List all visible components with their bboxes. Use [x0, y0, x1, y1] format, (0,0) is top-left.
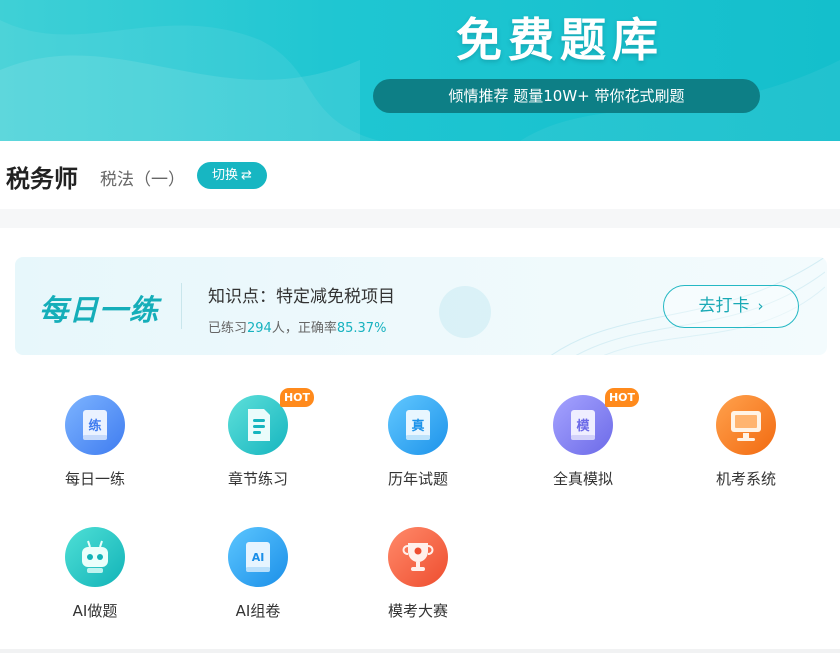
daily-stats: 已练习294人，正确率85.37%	[208, 317, 386, 336]
past-exam-glyph: 真	[411, 418, 424, 434]
daily-practice-card[interactable]: 每日一练 知识点：特定减免税项目 已练习294人，正确率85.37% 去打卡 ›	[15, 257, 827, 355]
computer-monitor-icon	[716, 395, 776, 455]
feature-mock-contest[interactable]: 模考大赛	[358, 527, 478, 637]
practice-count: 294	[247, 321, 272, 336]
checkin-button[interactable]: 去打卡 ›	[663, 285, 799, 328]
feature-daily-practice[interactable]: 练 每日一练	[35, 395, 155, 505]
robot-icon	[65, 527, 125, 587]
feature-computer-exam[interactable]: 机考系统	[686, 395, 806, 505]
feature-ai-practice[interactable]: AI做题	[35, 527, 155, 637]
hot-badge: HOT	[280, 388, 314, 407]
switch-label: 切换	[212, 168, 239, 183]
feature-label: 机考系统	[715, 470, 776, 488]
accuracy-rate: 85.37%	[336, 321, 387, 336]
subject-subtitle: 税法（一）	[100, 170, 185, 190]
feature-label: 每日一练	[64, 470, 125, 488]
feature-label: AI组卷	[235, 602, 281, 620]
practice-glyph: 练	[88, 418, 101, 434]
chevron-right-icon: ›	[757, 297, 764, 315]
subject-title: 税务师	[6, 165, 78, 193]
mock-exam-book-icon: 模	[553, 395, 613, 455]
past-exam-book-icon: 真	[388, 395, 448, 455]
hot-badge: HOT	[605, 388, 639, 407]
ai-paper-icon: AI	[228, 527, 288, 587]
feature-label: 章节练习	[227, 470, 288, 488]
feature-label: 历年试题	[387, 470, 448, 488]
practice-book-icon: 练	[65, 395, 125, 455]
ai-paper-glyph: AI	[252, 551, 265, 564]
trophy-icon	[388, 527, 448, 587]
subject-header: 税务师 税法（一） 切换 ⇄	[0, 141, 840, 209]
feature-chapter-practice[interactable]: HOT 章节练习	[198, 388, 318, 505]
feature-label: 全真模拟	[552, 470, 613, 488]
stats-mid: 人，正确率	[271, 321, 337, 336]
switch-subject-button[interactable]: 切换 ⇄	[197, 162, 267, 189]
feature-past-exams[interactable]: 真 历年试题	[358, 395, 478, 505]
chapter-document-icon	[228, 395, 288, 455]
feature-mock-exam[interactable]: 模 HOT 全真模拟	[523, 388, 643, 505]
banner-slogan: 倾情推荐 题量10W+ 带你花式刷题	[373, 79, 760, 113]
banner-title: 免费题库	[456, 13, 664, 67]
swap-arrows-icon: ⇄	[241, 168, 252, 183]
mock-glyph: 模	[576, 418, 590, 434]
feature-label: AI做题	[72, 602, 118, 620]
divider	[181, 283, 182, 329]
daily-practice-logo: 每日一练	[39, 293, 160, 327]
feature-ai-paper[interactable]: AI AI组卷	[198, 527, 318, 637]
top-banner: 免费题库 倾情推荐 题量10W+ 带你花式刷题	[0, 0, 840, 141]
checkin-label: 去打卡	[698, 296, 750, 316]
bottom-divider	[0, 649, 840, 653]
feature-label: 模考大赛	[387, 602, 448, 620]
section-divider	[0, 209, 840, 228]
stats-prefix: 已练习	[208, 321, 248, 336]
daily-topic: 知识点：特定减免税项目	[208, 287, 395, 307]
